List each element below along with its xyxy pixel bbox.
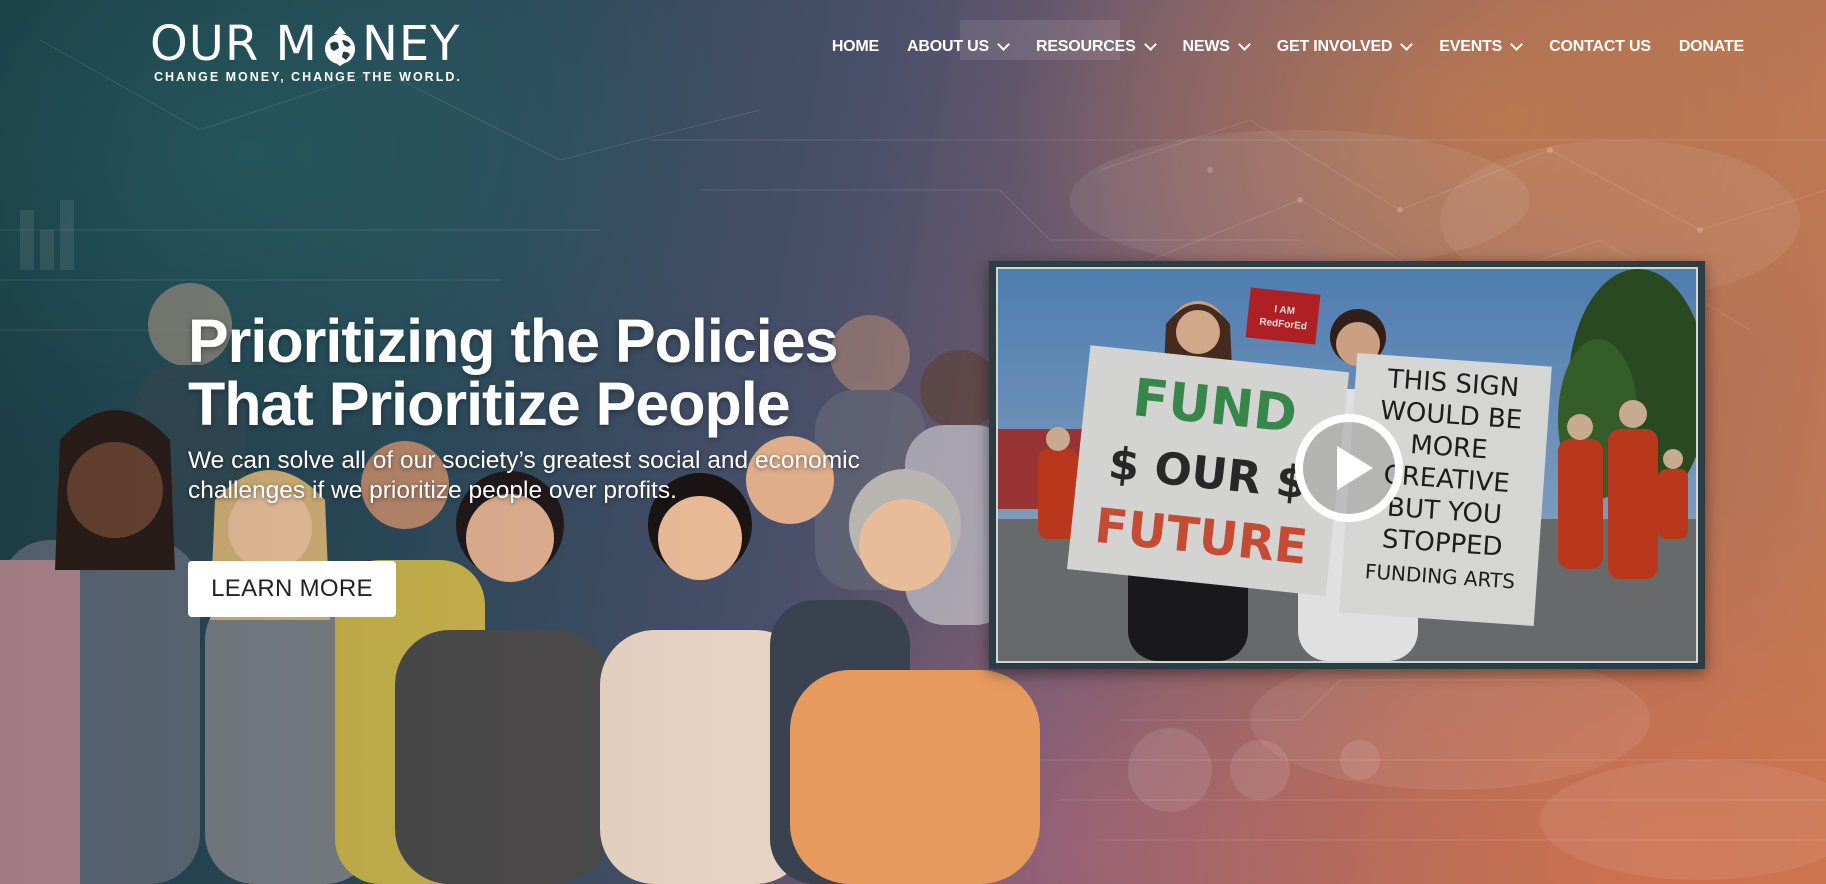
logo-wordmark: OUR M NEY bbox=[150, 16, 461, 72]
chevron-down-icon bbox=[1143, 37, 1157, 51]
nav-events[interactable]: EVENTS bbox=[1439, 37, 1523, 56]
nav-label: EVENTS bbox=[1439, 38, 1503, 55]
hero-subtitle-line: challenges if we prioritize people over … bbox=[188, 477, 677, 504]
learn-more-button[interactable]: LEARN MORE bbox=[188, 561, 396, 617]
nav-contact-us[interactable]: CONTACT US bbox=[1549, 38, 1651, 56]
nav-label: RESOURCES bbox=[1035, 38, 1136, 55]
hero-subtitle: We can solve all of our society’s greate… bbox=[188, 446, 928, 506]
logo-tagline: CHANGE MONEY, CHANGE THE WORLD. bbox=[154, 70, 462, 84]
nav-label: CONTACT US bbox=[1549, 38, 1651, 55]
nav-label: GET INVOLVED bbox=[1276, 38, 1393, 55]
nav-get-involved[interactable]: GET INVOLVED bbox=[1276, 37, 1414, 56]
chevron-down-icon bbox=[1400, 37, 1414, 51]
nav-home[interactable]: HOME bbox=[832, 38, 879, 56]
nav-about-us[interactable]: ABOUT US bbox=[907, 37, 1010, 56]
logo-text-right: NEY bbox=[361, 16, 461, 72]
hero-title-line: Prioritizing the Policies bbox=[188, 307, 839, 375]
nav-resources[interactable]: RESOURCES bbox=[1035, 37, 1157, 56]
video-player[interactable]: I AM RedForEd FUND $ OUR $ FUTURE THIS S… bbox=[989, 261, 1705, 669]
nav-news[interactable]: NEWS bbox=[1182, 37, 1251, 56]
nav-label: ABOUT US bbox=[907, 38, 989, 55]
hero-title: Prioritizing the Policies That Prioritiz… bbox=[188, 310, 948, 436]
globe-icon bbox=[324, 26, 355, 66]
nav-label: DONATE bbox=[1678, 38, 1744, 55]
play-circle-icon[interactable] bbox=[1293, 412, 1405, 524]
main-navigation: HOME ABOUT US RESOURCES NEWS GET INVOLVE… bbox=[804, 37, 1744, 56]
site-logo[interactable]: OUR M NEY CHANGE MONEY, CHANGE THE WORLD… bbox=[150, 10, 472, 88]
chevron-down-icon bbox=[1510, 37, 1523, 51]
nav-label: HOME bbox=[831, 38, 880, 55]
hero-subtitle-line: We can solve all of our society’s greate… bbox=[188, 447, 860, 474]
nav-donate[interactable]: DONATE bbox=[1679, 38, 1744, 56]
video-thumbnail[interactable]: I AM RedForEd FUND $ OUR $ FUTURE THIS S… bbox=[996, 267, 1698, 663]
chevron-down-icon bbox=[1237, 37, 1251, 51]
logo-text-left: OUR M bbox=[150, 16, 318, 72]
nav-label: NEWS bbox=[1182, 38, 1230, 55]
hero-title-line: That Prioritize People bbox=[188, 370, 791, 438]
chevron-down-icon bbox=[997, 37, 1010, 51]
